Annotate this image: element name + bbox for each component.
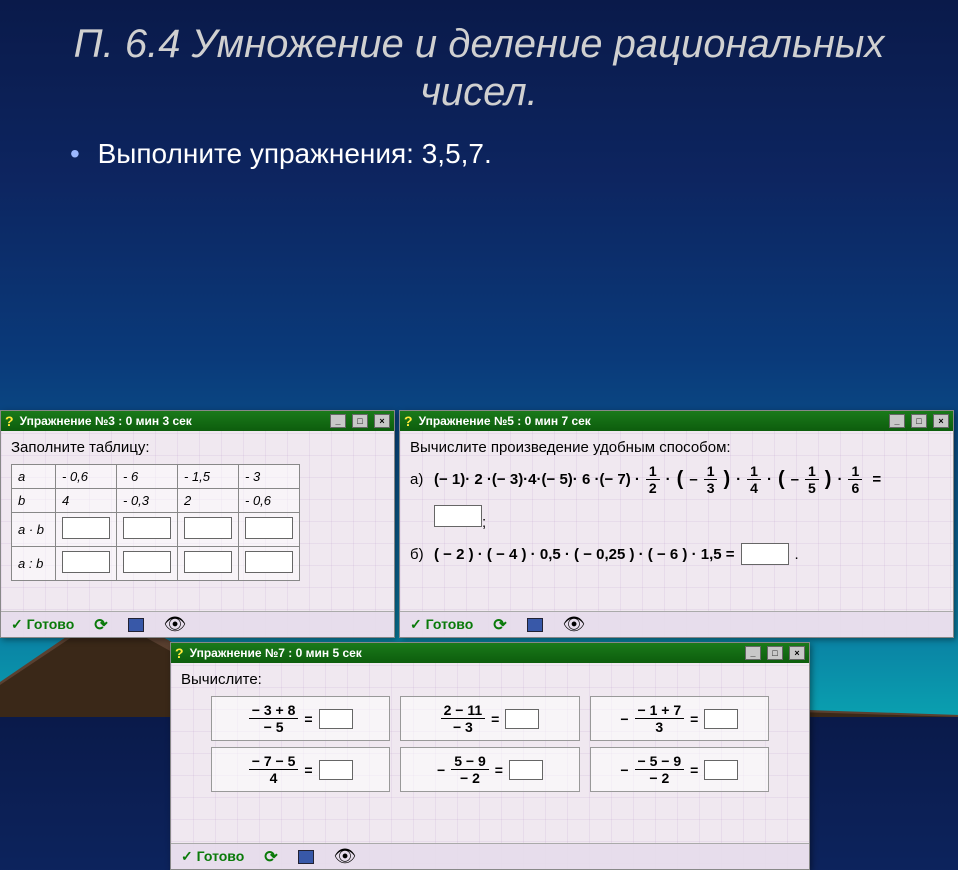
titlebar[interactable]: ? Упражнение №5 : 0 мин 7 сек _ □ × — [400, 411, 953, 431]
maximize-button[interactable]: □ — [767, 646, 783, 660]
answer-input[interactable] — [704, 760, 738, 780]
fraction: − 5 − 9− 2 — [635, 754, 685, 785]
fraction: 5 − 9− 2 — [451, 754, 489, 785]
window-title: Упражнение №7 : 0 мин 5 сек — [190, 646, 362, 660]
close-button[interactable]: × — [374, 414, 390, 428]
fraction: 2 − 11− 3 — [441, 703, 486, 734]
eye-icon[interactable]: 👁 — [164, 614, 187, 635]
close-button[interactable]: × — [789, 646, 805, 660]
toolbar: Готово ⟳ 👁 — [400, 611, 953, 637]
calculator-icon[interactable] — [128, 618, 144, 632]
calc-cell: −5 − 9− 2= — [400, 747, 579, 792]
minimize-button[interactable]: _ — [745, 646, 761, 660]
answer-input[interactable] — [62, 517, 110, 539]
answer-input[interactable] — [245, 517, 293, 539]
instruction-text: Вычислите: — [181, 671, 799, 688]
calc-cell: −− 1 + 73= — [590, 696, 769, 741]
minimize-button[interactable]: _ — [889, 414, 905, 428]
calc-cell: − 7 − 54= — [211, 747, 390, 792]
data-table: a - 0,6 - 6 - 1,5 - 3 b 4 - 0,3 2 - 0,6 … — [11, 464, 300, 581]
ready-button[interactable]: Готово — [181, 848, 244, 865]
ready-button[interactable]: Готово — [410, 616, 473, 633]
answer-input[interactable] — [434, 505, 482, 527]
answer-input[interactable] — [245, 551, 293, 573]
answer-input[interactable] — [123, 551, 171, 573]
titlebar[interactable]: ? Упражнение №7 : 0 мин 5 сек _ □ × — [171, 643, 809, 663]
fraction: − 3 + 8− 5 — [249, 703, 299, 734]
instruction-text: Заполните таблицу: — [11, 439, 384, 456]
help-icon[interactable]: ? — [404, 413, 413, 429]
ready-button[interactable]: Готово — [11, 616, 74, 633]
calc-cell: −− 5 − 9− 2= — [590, 747, 769, 792]
expression-b: б) ( − 2 ) · ( − 4 ) · 0,5 · ( − 0,25 ) … — [410, 543, 943, 565]
answer-input[interactable] — [184, 551, 232, 573]
window-title: Упражнение №3 : 0 мин 3 сек — [20, 414, 192, 428]
slide-title: П. 6.4 Умножение и деление рациональных … — [0, 0, 958, 126]
calculator-icon[interactable] — [298, 850, 314, 864]
window-title: Упражнение №5 : 0 мин 7 сек — [419, 414, 591, 428]
answer-input[interactable] — [319, 709, 353, 729]
fraction: 12 — [646, 464, 660, 495]
refresh-icon[interactable]: ⟳ — [493, 615, 506, 635]
eye-icon[interactable]: 👁 — [334, 846, 357, 867]
calc-cell: 2 − 11− 3= — [400, 696, 579, 741]
calc-cell: − 3 + 8− 5= — [211, 696, 390, 741]
table-row: b 4 - 0,3 2 - 0,6 — [12, 489, 300, 513]
window-exercise-7: ? Упражнение №7 : 0 мин 5 сек _ □ × Вычи… — [170, 642, 810, 870]
help-icon[interactable]: ? — [175, 645, 184, 661]
toolbar: Готово ⟳ 👁 — [171, 843, 809, 869]
answer-input[interactable] — [62, 551, 110, 573]
help-icon[interactable]: ? — [5, 413, 14, 429]
calculator-icon[interactable] — [527, 618, 543, 632]
eye-icon[interactable]: 👁 — [563, 614, 586, 635]
titlebar[interactable]: ? Упражнение №3 : 0 мин 3 сек _ □ × — [1, 411, 394, 431]
maximize-button[interactable]: □ — [352, 414, 368, 428]
table-row: a · b — [12, 513, 300, 547]
calc-grid: − 3 + 8− 5=2 − 11− 3=−− 1 + 73= − 7 − 54=… — [211, 696, 769, 792]
answer-input[interactable] — [741, 543, 789, 565]
minimize-button[interactable]: _ — [330, 414, 346, 428]
fraction: − 7 − 54 — [249, 754, 299, 785]
expression-a: а) (− 1)· 2 ·(− 3)·4·(− 5)· 6 ·(− 7) · 1… — [410, 464, 943, 495]
answer-input[interactable] — [319, 760, 353, 780]
slide-bullet: Выполните упражнения: 3,5,7. — [0, 126, 958, 188]
answer-input[interactable] — [505, 709, 539, 729]
toolbar: Готово ⟳ 👁 — [1, 611, 394, 637]
refresh-icon[interactable]: ⟳ — [94, 615, 107, 635]
answer-input[interactable] — [123, 517, 171, 539]
answer-input[interactable] — [509, 760, 543, 780]
refresh-icon[interactable]: ⟳ — [264, 847, 277, 867]
close-button[interactable]: × — [933, 414, 949, 428]
window-exercise-3: ? Упражнение №3 : 0 мин 3 сек _ □ × Запо… — [0, 410, 395, 638]
instruction-text: Вычислите произведение удобным способом: — [410, 439, 943, 456]
answer-input[interactable] — [184, 517, 232, 539]
window-exercise-5: ? Упражнение №5 : 0 мин 7 сек _ □ × Вычи… — [399, 410, 954, 638]
answer-input[interactable] — [704, 709, 738, 729]
maximize-button[interactable]: □ — [911, 414, 927, 428]
table-row: a - 0,6 - 6 - 1,5 - 3 — [12, 465, 300, 489]
fraction: − 1 + 73 — [635, 703, 685, 734]
table-row: a : b — [12, 547, 300, 581]
